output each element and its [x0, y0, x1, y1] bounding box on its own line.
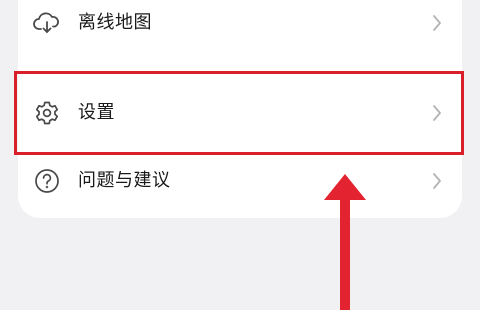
menu-item-offline-map[interactable]: 离线地图	[18, 0, 462, 54]
question-circle-icon	[33, 167, 61, 195]
chevron-right-icon	[430, 103, 444, 123]
menu-item-feedback[interactable]: 问题与建议	[18, 150, 462, 212]
menu-item-label: 问题与建议	[78, 170, 171, 191]
cloud-download-icon	[33, 9, 61, 37]
menu-item-label: 设置	[78, 102, 115, 123]
chevron-right-icon	[430, 171, 444, 191]
menu-item-label: 离线地图	[78, 12, 152, 33]
menu-item-settings[interactable]: 设置	[18, 82, 462, 144]
gear-icon	[33, 99, 61, 127]
chevron-right-icon	[430, 13, 444, 33]
